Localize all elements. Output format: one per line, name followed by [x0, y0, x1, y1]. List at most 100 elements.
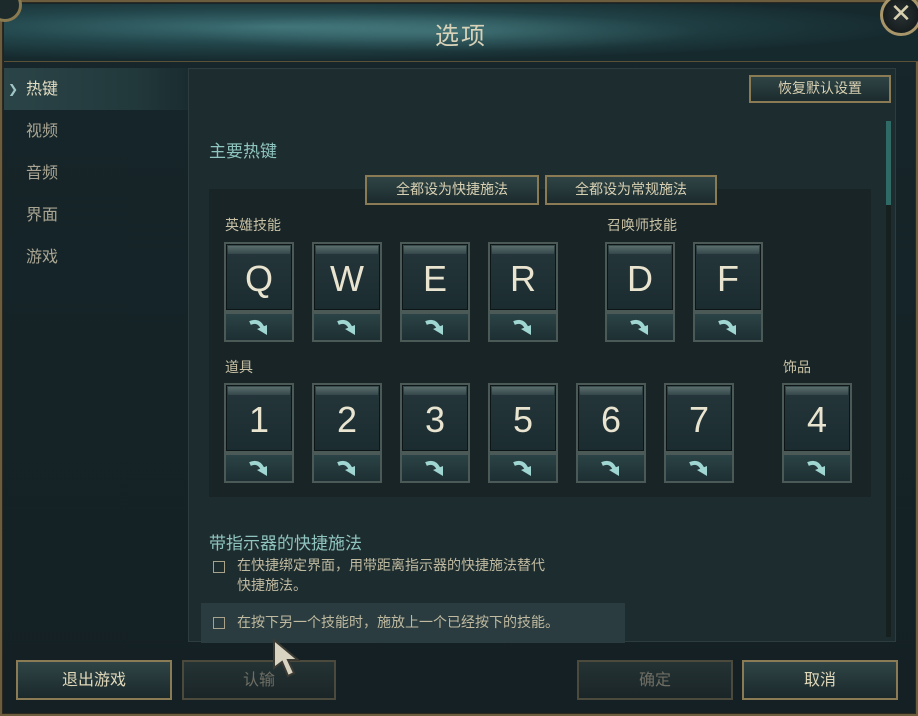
hotkey-item-5[interactable]: 5 — [488, 383, 558, 483]
key-label: 2 — [336, 399, 358, 440]
sidebar-item-label: 热键 — [26, 79, 59, 98]
key-label: 7 — [688, 399, 710, 440]
curved-arrow-icon — [249, 460, 267, 476]
cast-mode-toggle[interactable] — [224, 312, 294, 342]
option1-checkbox[interactable] — [213, 561, 225, 573]
cast-mode-toggle[interactable] — [605, 312, 675, 342]
section-title-main-hotkeys: 主要热键 — [209, 142, 277, 162]
key-label: 6 — [600, 399, 622, 440]
hotkey-r[interactable]: R — [488, 242, 558, 342]
curved-arrow-icon — [807, 460, 825, 476]
ok-button[interactable]: 确定 — [577, 660, 733, 700]
hotkey-f[interactable]: F — [693, 242, 763, 342]
hotkey-item-1[interactable]: 1 — [224, 383, 294, 483]
key-label: 4 — [806, 399, 828, 440]
curved-arrow-icon — [249, 319, 267, 335]
key-label: 3 — [424, 399, 446, 440]
cast-mode-toggle[interactable] — [693, 312, 763, 342]
title-bar: 选项 — [4, 4, 918, 62]
key-cap[interactable]: E — [400, 242, 470, 312]
key-label: W — [330, 258, 364, 299]
sidebar-item-game[interactable]: 游戏 — [4, 236, 188, 278]
key-cap[interactable]: 4 — [782, 383, 852, 453]
hotkeys-panel: 恢复默认设置 主要热键 全都设为快捷施法 全都设为常规施法 英雄技能 召唤师技能… — [188, 68, 896, 643]
curved-arrow-icon — [601, 460, 619, 476]
hotkey-d[interactable]: D — [605, 242, 675, 342]
curved-arrow-icon — [337, 319, 355, 335]
group-label-summoner: 召唤师技能 — [607, 218, 677, 234]
option1-label-line2: 快捷施法。 — [237, 578, 307, 594]
options-window: 选项 ✕ ❯ 热键 视频 音频 界面 游戏 恢复默认设置 主要热键 全都设为快捷… — [0, 0, 918, 716]
cast-mode-toggle[interactable] — [312, 312, 382, 342]
set-all-normalcast-button[interactable]: 全都设为常规施法 — [545, 175, 717, 205]
exit-game-button[interactable]: 退出游戏 — [16, 660, 172, 700]
sidebar-item-interface[interactable]: 界面 — [4, 194, 188, 236]
scrollbar-thumb[interactable] — [886, 121, 891, 205]
sidebar-item-label: 音频 — [26, 163, 59, 182]
sidebar-item-label: 界面 — [26, 205, 59, 224]
key-label: 1 — [248, 399, 270, 440]
key-label: E — [422, 258, 447, 299]
cast-mode-toggle[interactable] — [488, 453, 558, 483]
cast-mode-toggle[interactable] — [400, 312, 470, 342]
scrollbar[interactable] — [886, 121, 891, 637]
option2-checkbox[interactable] — [213, 617, 225, 629]
key-cap[interactable]: 7 — [664, 383, 734, 453]
key-label: R — [510, 258, 536, 299]
cast-mode-toggle[interactable] — [488, 312, 558, 342]
hotkey-item-6[interactable]: 6 — [576, 383, 646, 483]
cancel-button[interactable]: 取消 — [742, 660, 898, 700]
cast-mode-toggle[interactable] — [782, 453, 852, 483]
curved-arrow-icon — [425, 319, 443, 335]
key-cap[interactable]: 2 — [312, 383, 382, 453]
surrender-button[interactable]: 认输 — [182, 660, 336, 700]
cast-mode-toggle[interactable] — [576, 453, 646, 483]
sidebar-item-video[interactable]: 视频 — [4, 110, 188, 152]
sidebar-item-label: 游戏 — [26, 247, 59, 266]
curved-arrow-icon — [718, 319, 736, 335]
key-cap[interactable]: 5 — [488, 383, 558, 453]
key-cap[interactable]: F — [693, 242, 763, 312]
cast-mode-toggle[interactable] — [312, 453, 382, 483]
hotkey-trinket[interactable]: 4 — [782, 383, 852, 483]
sidebar-item-label: 视频 — [26, 121, 59, 140]
key-cap[interactable]: 1 — [224, 383, 294, 453]
key-cap[interactable]: D — [605, 242, 675, 312]
cast-mode-toggle[interactable] — [400, 453, 470, 483]
hotkey-item-2[interactable]: 2 — [312, 383, 382, 483]
group-label-champion: 英雄技能 — [225, 218, 281, 234]
sidebar: ❯ 热键 视频 音频 界面 游戏 — [4, 68, 188, 648]
hotkey-q[interactable]: Q — [224, 242, 294, 342]
group-label-items: 道具 — [225, 360, 253, 376]
key-cap[interactable]: Q — [224, 242, 294, 312]
key-cap[interactable]: 6 — [576, 383, 646, 453]
cast-mode-toggle[interactable] — [664, 453, 734, 483]
option1-label-line1: 在快捷绑定界面，用带距离指示器的快捷施法替代 — [237, 558, 545, 574]
key-cap[interactable]: W — [312, 242, 382, 312]
set-all-quickcast-button[interactable]: 全都设为快捷施法 — [365, 175, 539, 205]
curved-arrow-icon — [689, 460, 707, 476]
curved-arrow-icon — [513, 460, 531, 476]
restore-defaults-button[interactable]: 恢复默认设置 — [749, 75, 891, 103]
curved-arrow-icon — [513, 319, 531, 335]
hotkey-item-3[interactable]: 3 — [400, 383, 470, 483]
hotkey-item-7[interactable]: 7 — [664, 383, 734, 483]
key-cap[interactable]: R — [488, 242, 558, 312]
hotkey-w[interactable]: W — [312, 242, 382, 342]
key-label: Q — [244, 258, 273, 299]
option2-label: 在按下另一个技能时，施放上一个已经按下的技能。 — [237, 615, 559, 631]
curved-arrow-icon — [337, 460, 355, 476]
hotkey-e[interactable]: E — [400, 242, 470, 342]
key-label: D — [627, 258, 653, 299]
curved-arrow-icon — [630, 319, 648, 335]
sidebar-item-hotkeys[interactable]: ❯ 热键 — [4, 68, 188, 110]
curved-arrow-icon — [425, 460, 443, 476]
section-title-quickcast-indicator: 带指示器的快捷施法 — [209, 534, 362, 554]
option1-label: 在快捷绑定界面，用带距离指示器的快捷施法替代 快捷施法。 — [237, 556, 545, 596]
cast-mode-toggle[interactable] — [224, 453, 294, 483]
key-cap[interactable]: 3 — [400, 383, 470, 453]
key-label: F — [717, 258, 739, 299]
sidebar-item-audio[interactable]: 音频 — [4, 152, 188, 194]
group-label-trinket: 饰品 — [783, 360, 811, 376]
mouse-cursor-icon — [273, 638, 300, 678]
